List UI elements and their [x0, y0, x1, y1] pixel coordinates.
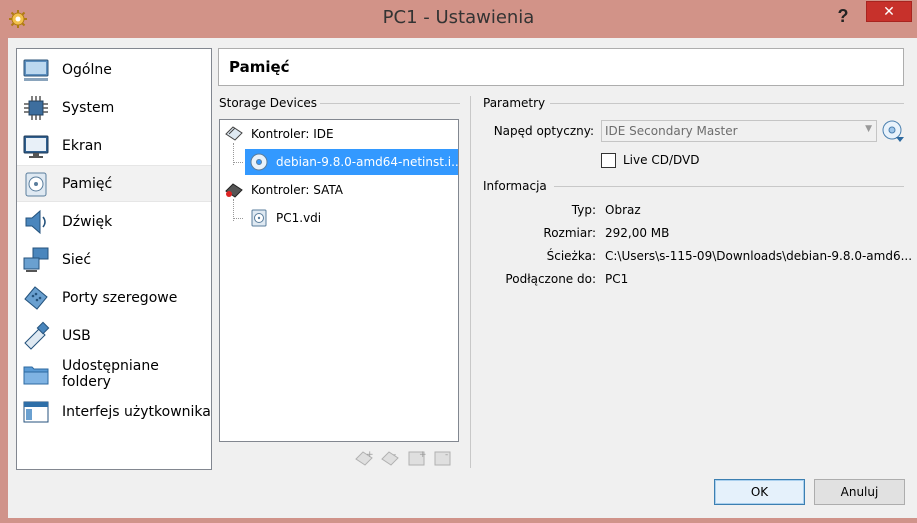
chevron-down-icon: ▼	[865, 124, 872, 134]
sidebar-item-label: Interfejs użytkownika	[62, 403, 211, 420]
monitor-icon	[23, 59, 49, 81]
optical-drive-value: IDE Secondary Master	[605, 124, 738, 138]
sidebar-item-label: Sieć	[62, 251, 92, 268]
group-divider	[320, 103, 460, 104]
storage-toolbar: + - + -	[354, 448, 454, 468]
info-type-value: Obraz	[605, 203, 641, 217]
svg-text:+: +	[366, 450, 374, 460]
sidebar-item-label: Pamięć	[62, 175, 113, 192]
add-controller-icon[interactable]: +	[406, 448, 428, 468]
cancel-button[interactable]: Anuluj	[814, 479, 905, 505]
sidebar-item-user-interface[interactable]: Interfejs użytkownika	[17, 393, 211, 430]
sidebar-item-system[interactable]: System	[17, 89, 211, 126]
optical-drive-select[interactable]: IDE Secondary Master ▼	[601, 120, 877, 142]
window-icon	[23, 401, 49, 422]
sidebar-item-serial-ports[interactable]: Porty szeregowe	[17, 279, 211, 316]
ide-controller-icon	[225, 126, 243, 141]
tree-connector	[233, 162, 243, 163]
page-title: Pamięć	[218, 48, 904, 86]
info-path-value: C:\Users\s-115-09\Downloads\debian-9.8.0…	[605, 249, 911, 263]
remove-controller-icon[interactable]: -	[432, 448, 454, 468]
help-button[interactable]: ?	[830, 4, 856, 28]
live-cd-label[interactable]: Live CD/DVD	[623, 153, 699, 167]
sidebar-item-network[interactable]: Sieć	[17, 241, 211, 278]
group-divider	[550, 103, 904, 104]
storage-devices-label: Storage Devices	[219, 96, 318, 110]
hard-disk-icon	[251, 209, 267, 227]
live-cd-checkbox[interactable]	[601, 153, 616, 168]
parametry-label: Parametry	[483, 96, 546, 110]
sidebar-item-label: Udostępniane foldery	[62, 357, 159, 390]
folder-icon	[23, 366, 49, 384]
storage-tree[interactable]: Kontroler: IDE debian-9.8.0-amd64-netins…	[219, 119, 459, 442]
info-attached-value: PC1	[605, 272, 629, 286]
sata-controller-icon	[225, 183, 243, 198]
info-size-value: 292,00 MB	[605, 226, 670, 240]
info-size-label: Rozmiar:	[543, 226, 596, 240]
svg-text:+: +	[419, 450, 427, 460]
sidebar-item-label: System	[62, 99, 115, 116]
info-type-label: Typ:	[571, 203, 596, 217]
remove-attachment-icon[interactable]: -	[380, 448, 402, 468]
tree-item-hard-disk[interactable]: PC1.vdi	[245, 205, 458, 231]
info-attached-label: Podłączone do:	[505, 272, 596, 286]
dialog-client-area: Ogólne System Ekran Pamięć Dźwięk Sieć P…	[8, 38, 917, 518]
sidebar-item-display[interactable]: Ekran	[17, 127, 211, 164]
tree-item-sata-controller[interactable]: Kontroler: SATA	[224, 177, 454, 203]
sidebar-item-audio[interactable]: Dźwięk	[17, 203, 211, 240]
chip-icon	[24, 95, 48, 120]
disk-icon	[25, 172, 47, 196]
informacja-label: Informacja	[483, 179, 547, 193]
add-attachment-icon[interactable]: +	[354, 448, 376, 468]
svg-text:-: -	[393, 450, 396, 460]
serial-port-icon	[24, 285, 48, 310]
optical-drive-label: Napęd optyczny:	[493, 124, 594, 138]
settings-sidebar: Ogólne System Ekran Pamięć Dźwięk Sieć P…	[16, 48, 212, 470]
tree-item-ide-controller[interactable]: Kontroler: IDE	[224, 121, 454, 147]
title-bar: PC1 - Ustawienia ? ✕	[0, 0, 917, 38]
sidebar-item-label: USB	[62, 327, 91, 344]
panel-separator	[470, 96, 471, 468]
choose-disc-button[interactable]	[881, 119, 905, 143]
ok-button[interactable]: OK	[714, 479, 805, 505]
svg-text:-: -	[445, 450, 448, 460]
tree-item-optical-disc[interactable]: debian-9.8.0-amd64-netinst.i...	[245, 149, 458, 175]
optical-disc-icon	[250, 153, 268, 171]
sidebar-item-label: Ogólne	[62, 61, 112, 78]
group-divider	[554, 186, 904, 187]
close-button[interactable]: ✕	[866, 1, 912, 22]
sidebar-item-label: Dźwięk	[62, 213, 113, 230]
display-icon	[23, 135, 49, 158]
sidebar-item-label: Porty szeregowe	[62, 289, 178, 306]
window-title: PC1 - Ustawienia	[382, 7, 535, 28]
speaker-icon	[25, 209, 46, 234]
sidebar-item-general[interactable]: Ogólne	[17, 51, 211, 88]
sidebar-item-shared-folders[interactable]: Udostępniane foldery	[17, 355, 211, 392]
info-path-label: Ścieżka:	[546, 249, 596, 263]
network-icon	[23, 247, 49, 272]
tree-connector	[233, 218, 243, 219]
sidebar-item-label: Ekran	[62, 137, 103, 154]
sidebar-item-storage[interactable]: Pamięć	[17, 165, 211, 202]
sidebar-item-usb[interactable]: USB	[17, 317, 211, 354]
usb-icon	[24, 321, 50, 350]
